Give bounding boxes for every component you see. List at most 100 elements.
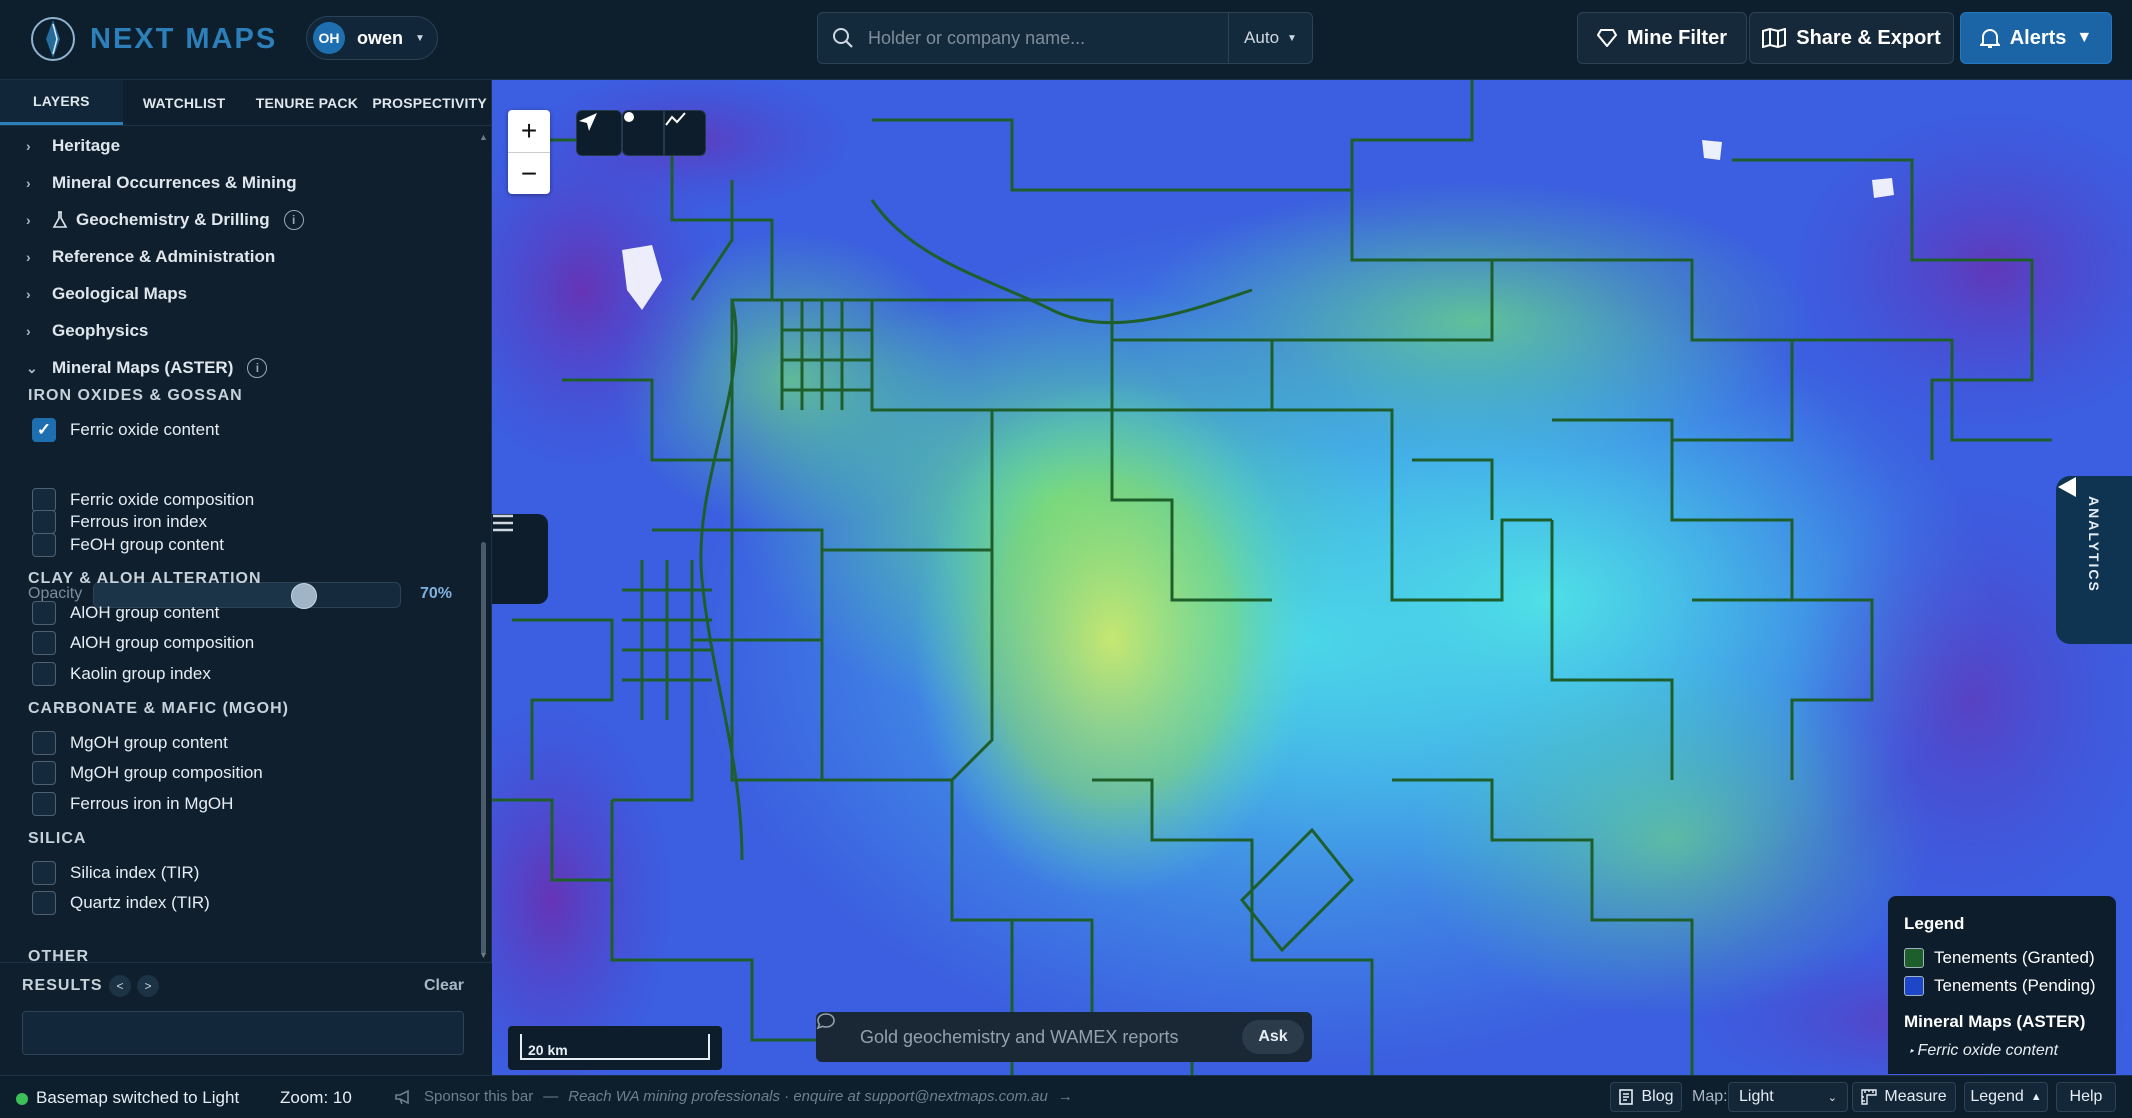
layer-group-geochemistry[interactable]: › Geochemistry & Drilling i [26, 210, 304, 230]
arrow-right-icon: → [1057, 1088, 1073, 1105]
legend-subtitle: Mineral Maps (ASTER) [1904, 1012, 2086, 1031]
layer-group-geological-maps[interactable]: › Geological Maps [26, 284, 187, 304]
tab-layers[interactable]: LAYERS [0, 80, 123, 125]
layer-item-label: FeOH group content [70, 535, 225, 554]
measure-button[interactable]: Measure [1852, 1082, 1956, 1112]
layer-group-reference[interactable]: › Reference & Administration [26, 247, 275, 267]
checkbox[interactable] [32, 631, 56, 655]
layer-item-ferrous-iron-in-mgoh[interactable]: Ferrous iron in MgOH [32, 792, 233, 816]
search-mode-select[interactable]: Auto ▼ [1228, 13, 1312, 63]
scroll-up-arrow[interactable]: ▲ [479, 132, 488, 142]
sidebar: LAYERS WATCHLIST TENURE PACK PROSPECTIVI… [0, 80, 492, 1075]
ask-button[interactable]: Ask [1242, 1020, 1304, 1054]
scale-bar-label: 20 km [528, 1042, 568, 1058]
chevron-right-icon: › [26, 175, 31, 191]
layer-item-mgoh-group-composition[interactable]: MgOH group composition [32, 761, 263, 785]
zoom-out-button[interactable]: − [508, 152, 550, 194]
analytics-label: ANALYTICS [2086, 496, 2102, 593]
layer-item-label: Silica index (TIR) [70, 863, 200, 882]
layer-item-silica-index[interactable]: Silica index (TIR) [32, 861, 199, 885]
results-next-button[interactable]: > [137, 975, 159, 997]
checkbox[interactable] [32, 731, 56, 755]
legend-entry-label: Tenements (Granted) [1934, 948, 2095, 967]
ask-input[interactable]: Gold geochemistry and WAMEX reports [860, 1027, 1242, 1048]
results-list [22, 1011, 464, 1055]
tab-prospectivity[interactable]: PROSPECTIVITY [368, 80, 491, 125]
chevron-down-icon: ⌄ [1827, 1091, 1837, 1104]
mine-filter-button[interactable]: Mine Filter [1577, 12, 1747, 64]
checkbox[interactable] [32, 662, 56, 686]
legend-title: Legend [1904, 914, 1965, 933]
layer-item-ferric-oxide-content[interactable]: ✓ Ferric oxide content [32, 418, 219, 442]
layer-item-mgoh-group-content[interactable]: MgOH group content [32, 731, 228, 755]
status-message: Basemap switched to Light [36, 1088, 240, 1107]
legend-entry-label: Tenements (Pending) [1934, 976, 2096, 995]
navigate-tool-button[interactable] [576, 110, 622, 156]
analytics-panel-toggle[interactable]: ANALYTICS [2056, 476, 2132, 644]
layer-group-mineral-occurrences[interactable]: › Mineral Occurrences & Mining [26, 173, 297, 193]
layer-item-ferrous-iron-index[interactable]: Ferrous iron index [32, 510, 207, 534]
checkbox[interactable] [32, 488, 56, 512]
checkbox[interactable] [32, 792, 56, 816]
layer-item-label: Kaolin group index [70, 664, 211, 683]
share-export-button[interactable]: Share & Export [1749, 12, 1954, 64]
help-button[interactable]: Help [2056, 1082, 2116, 1112]
checkbox[interactable] [32, 761, 56, 785]
blog-button[interactable]: Blog [1610, 1082, 1682, 1112]
ask-bar[interactable]: Gold geochemistry and WAMEX reports Ask [816, 1012, 1312, 1062]
layer-group-label: Geological Maps [52, 284, 188, 303]
bullet-icon: ‣ [1908, 1046, 1918, 1058]
caret-down-icon: ▼ [2076, 29, 2093, 46]
status-indicator [16, 1093, 28, 1105]
search-input[interactable] [868, 27, 1228, 49]
user-menu[interactable]: OH owen ▼ [306, 16, 438, 60]
tab-tenure-pack[interactable]: TENURE PACK [246, 80, 369, 125]
layer-item-quartz-index[interactable]: Quartz index (TIR) [32, 891, 210, 915]
alerts-button[interactable]: Alerts ▼ [1960, 12, 2112, 64]
layers-panel-toggle[interactable] [492, 514, 548, 604]
layer-item-label: Ferric oxide content [70, 420, 220, 439]
legend-toggle-button[interactable]: Legend ▲ [1964, 1082, 2048, 1112]
mineral-map-raster [492, 80, 2132, 1075]
results-clear-button[interactable]: Clear [424, 977, 464, 995]
layer-group-heritage[interactable]: › Heritage [26, 136, 120, 156]
layer-group-mineral-maps-aster[interactable]: ⌄ Mineral Maps (ASTER) i [26, 358, 268, 378]
layer-group-geophysics[interactable]: › Geophysics [26, 321, 148, 341]
layer-item-label: MgOH group content [70, 733, 228, 752]
line-tool-button[interactable] [664, 110, 706, 156]
measure-label: Measure [1884, 1088, 1947, 1105]
pending-swatch [1904, 976, 1924, 996]
checkbox[interactable] [32, 891, 56, 915]
tab-watchlist[interactable]: WATCHLIST [123, 80, 246, 125]
map-view[interactable]: + − ANALYTICS Legend Tenements (Granted)… [492, 80, 2132, 1075]
checkbox-checked[interactable]: ✓ [32, 418, 56, 442]
sidebar-scrollbar-thumb[interactable] [481, 542, 486, 954]
sponsor-label: Sponsor this bar [424, 1088, 534, 1105]
blog-label: Blog [1641, 1088, 1674, 1105]
layer-item-aloh-group-content[interactable]: AlOH group content [32, 601, 219, 625]
zoom-level: Zoom: 10 [280, 1088, 352, 1107]
zoom-in-button[interactable]: + [508, 110, 550, 152]
logo[interactable]: NEXT MAPS [30, 14, 277, 64]
results-prev-button[interactable]: < [109, 975, 131, 997]
checkbox[interactable] [32, 510, 56, 534]
section-other: OTHER [28, 948, 89, 962]
info-icon[interactable]: i [283, 210, 304, 230]
checkbox[interactable] [32, 861, 56, 885]
layer-group-label: Heritage [52, 136, 121, 155]
layer-item-feoh-group-content[interactable]: FeOH group content [32, 533, 224, 557]
alerts-label: Alerts [2009, 26, 2067, 49]
opacity-slider-handle[interactable] [291, 583, 317, 609]
map-legend: Legend Tenements (Granted) Tenements (Pe… [1888, 896, 2116, 1074]
layer-item-label: Ferrous iron index [70, 512, 208, 531]
checkbox[interactable] [32, 601, 56, 625]
scroll-down-arrow[interactable]: ▼ [479, 950, 488, 960]
layer-item-ferric-oxide-composition[interactable]: Ferric oxide composition [32, 488, 254, 512]
checkbox[interactable] [32, 533, 56, 557]
sponsor-bar[interactable]: Sponsor this bar — Reach WA mining profe… [394, 1088, 1073, 1105]
point-tool-button[interactable] [622, 110, 664, 156]
layer-item-aloh-group-composition[interactable]: AlOH group composition [32, 631, 254, 655]
basemap-select[interactable]: Light ⌄ [1728, 1082, 1848, 1112]
info-icon[interactable]: i [247, 358, 268, 378]
layer-item-kaolin-group-index[interactable]: Kaolin group index [32, 662, 211, 686]
